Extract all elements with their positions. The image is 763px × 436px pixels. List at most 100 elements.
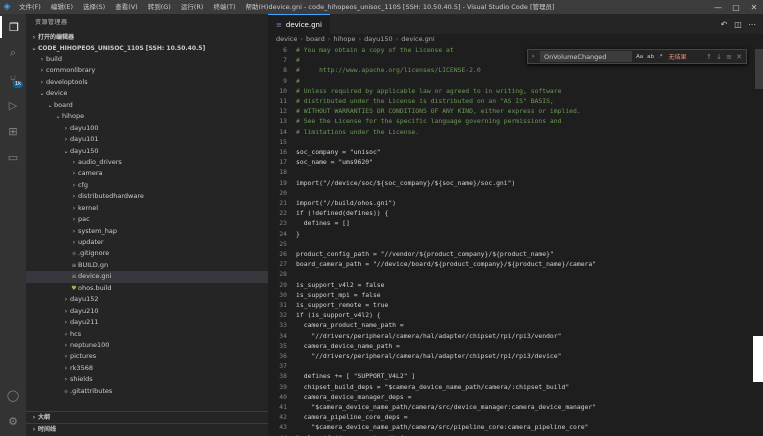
line-number: 43	[279, 423, 287, 432]
account-icon[interactable]: ◯	[0, 384, 26, 406]
regex-toggle[interactable]: .*	[656, 54, 665, 60]
menu-item[interactable]: 运行(R)	[176, 0, 209, 14]
code-text: camera_product_name_path =	[296, 321, 404, 330]
explorer-icon[interactable]: ❐	[0, 16, 26, 38]
chevron-right-icon: ›	[395, 35, 399, 43]
tree-folder[interactable]: › kernel	[26, 203, 268, 214]
outline-section[interactable]: › 大纲	[26, 411, 268, 422]
tree-folder[interactable]: › camera	[26, 168, 268, 179]
tree-folder[interactable]: › distributedhardware	[26, 191, 268, 202]
code-text: if (is_support_v4l2) {	[296, 311, 381, 320]
open-editors-section[interactable]: › 打开的编辑器	[26, 32, 268, 43]
tree-folder[interactable]: › dayu210	[26, 306, 268, 317]
tree-folder[interactable]: ⌄board	[26, 100, 268, 111]
tree-folder[interactable]: › rk3568	[26, 363, 268, 374]
tree-folder[interactable]: › dayu211	[26, 317, 268, 328]
tree-folder[interactable]: › neptune100	[26, 340, 268, 351]
tree-folder[interactable]: › pac	[26, 214, 268, 225]
run-debug-icon[interactable]: ▷	[0, 94, 26, 116]
minimize-button[interactable]: —	[709, 0, 727, 14]
chevron-right-icon: ›	[32, 34, 36, 41]
tree-folder[interactable]: › developtools	[26, 77, 268, 88]
code-view[interactable]: 6 # You may obtain a copy of the License …	[268, 45, 763, 436]
tree-folder[interactable]: › system_hap	[26, 226, 268, 237]
menu-item[interactable]: 帮助(H)	[240, 0, 273, 14]
menu-bar: 文件(F) 编辑(E) 选择(S) 查看(V) 转到(G) 运行(R) 终端(T) 帮助(H)	[14, 0, 273, 14]
breadcrumb-item[interactable]: device.gni	[401, 35, 434, 43]
tree-folder[interactable]: › cfg	[26, 180, 268, 191]
line-number: 31	[279, 301, 287, 309]
code-text: soc_company = "unisoc"	[296, 148, 381, 156]
tree-folder[interactable]: › updater	[26, 237, 268, 248]
chevron-right-icon[interactable]: ›	[532, 53, 540, 60]
file-type-icon: ≡	[71, 273, 77, 281]
extensions-icon[interactable]: ⊞	[0, 120, 26, 142]
tree-file[interactable]: ≡device.gni	[26, 271, 268, 283]
go-back-icon[interactable]: ↶	[717, 20, 731, 29]
tree-folder[interactable]: › dayu100	[26, 123, 268, 134]
file-lines-icon: ≡	[276, 20, 282, 29]
code-line: 27 board_camera_path = "//device/board/${…	[268, 259, 596, 269]
tree-folder[interactable]: › pictures	[26, 351, 268, 362]
sidebar-title: 资源管理器	[35, 19, 68, 26]
tree-folder[interactable]: ⌄device	[26, 88, 268, 99]
breadcrumb-item[interactable]: board	[306, 35, 325, 43]
tree-folder[interactable]: ⌄hihope	[26, 111, 268, 122]
scrollbar-thumb[interactable]	[755, 49, 763, 89]
code-line: 13 # See the License for the specific lan…	[268, 116, 561, 126]
tree-folder[interactable]: › shields	[26, 374, 268, 385]
whole-word-toggle[interactable]: ab	[645, 54, 656, 60]
more-actions-icon[interactable]: ⋯	[745, 20, 759, 29]
workspace-section[interactable]: ⌄CODE_HIHOPEOS_UNISOC_110S [SSH: 10.50.4…	[26, 43, 268, 54]
settings-gear-icon[interactable]: ⚙	[0, 410, 26, 432]
search-icon[interactable]: ⌕	[0, 42, 26, 64]
source-control-icon[interactable]: ⑂ 1k	[0, 68, 26, 90]
overlay-tab	[753, 336, 763, 382]
breadcrumb-item[interactable]: dayu150	[364, 35, 392, 43]
timeline-section[interactable]: › 时间线	[26, 423, 268, 434]
menu-item[interactable]: 文件(F)	[14, 0, 46, 14]
tree-item-label: BUILD.gn	[78, 260, 109, 269]
remote-explorer-icon[interactable]: ▭	[0, 146, 26, 168]
breadcrumb-item[interactable]: device	[276, 35, 297, 43]
split-editor-icon[interactable]: ◫	[731, 20, 745, 29]
tree-file[interactable]: ≡BUILD.gn	[26, 260, 268, 271]
tree-file[interactable]: ◆ .gitignore	[26, 248, 268, 259]
tree-folder[interactable]: › audio_drivers	[26, 157, 268, 168]
chevron-down-icon: ⌄	[31, 45, 37, 52]
maximize-button[interactable]: ▢	[727, 0, 745, 14]
breadcrumb-item[interactable]: hihope	[333, 35, 355, 43]
menu-item[interactable]: 查看(V)	[110, 0, 143, 14]
code-line: 11 # distributed under the License is dis…	[268, 96, 554, 106]
find-input[interactable]: OnVolumeChanged	[540, 51, 632, 62]
code-line: 38 defines += [ "SUPPORT_V4L2" ]	[268, 371, 415, 381]
code-text: board_camera_path = "//device/board/${pr…	[296, 260, 597, 269]
code-text: import("//device/soc/${soc_company}/${so…	[296, 178, 516, 187]
next-match-button[interactable]: ↓	[714, 53, 724, 61]
find-in-selection-button[interactable]: ≡	[724, 53, 734, 61]
code-text: }	[296, 229, 300, 238]
menu-item[interactable]: 终端(T)	[208, 0, 240, 14]
vscode-logo-icon: ◈	[3, 2, 11, 12]
tree-folder[interactable]: › commonlibrary	[26, 65, 268, 76]
editor-actions: ↶ ◫ ⋯	[717, 14, 759, 34]
tree-file[interactable]: ◆ .gitattributes	[26, 386, 268, 397]
menu-item[interactable]: 选择(S)	[78, 0, 110, 14]
source-control-badge: 1k	[12, 81, 23, 88]
tree-folder[interactable]: › dayu101	[26, 134, 268, 145]
code-text: is_support_mpi = false	[296, 290, 381, 299]
tree-folder[interactable]: › hcs	[26, 329, 268, 340]
close-find-button[interactable]: ✕	[734, 53, 744, 61]
tab-device-gni[interactable]: ≡ device.gni	[268, 14, 330, 34]
tree-folder[interactable]: › dayu152	[26, 294, 268, 305]
code-text: # http://www.apache.org/licenses/LICENSE…	[296, 66, 481, 75]
match-case-toggle[interactable]: Aa	[634, 54, 645, 60]
menu-item[interactable]: 编辑(E)	[46, 0, 78, 14]
tree-folder[interactable]: ⌄dayu150	[26, 146, 268, 157]
tree-folder[interactable]: › build	[26, 54, 268, 65]
tree-file[interactable]: ♥ohos.build	[26, 283, 268, 294]
menu-item[interactable]: 转到(G)	[143, 0, 176, 14]
code-line: 8 # http://www.apache.org/licenses/LICENS…	[268, 65, 481, 75]
previous-match-button[interactable]: ↑	[704, 53, 714, 61]
close-window-button[interactable]: ✕	[745, 0, 763, 14]
